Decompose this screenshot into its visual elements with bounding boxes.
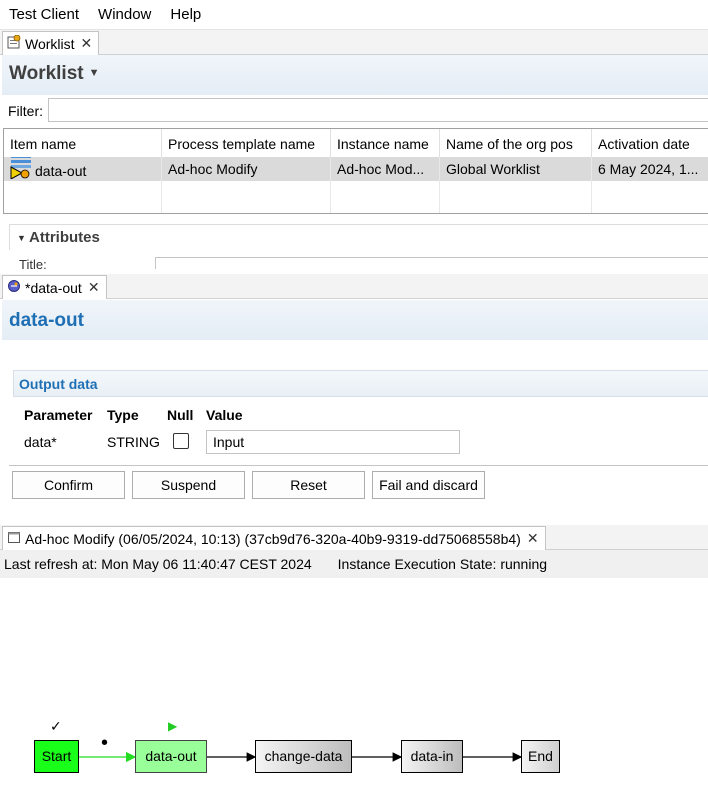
menu-bar: Test Client Window Help	[0, 0, 708, 30]
worklist-title[interactable]: Worklist ▼	[9, 63, 100, 85]
param-name: data*	[24, 434, 57, 450]
table-empty-row	[4, 181, 708, 213]
node-change-data[interactable]: change-data	[255, 740, 352, 773]
token-dot-icon: •	[101, 732, 109, 754]
button-separator	[9, 465, 708, 466]
output-data-section: Output data	[13, 370, 708, 397]
output-data-label: Output data	[19, 376, 98, 392]
attributes-label: Attributes	[29, 229, 100, 246]
header-null: Null	[167, 407, 194, 423]
node-start[interactable]: Start	[34, 740, 79, 773]
menu-test-client[interactable]: Test Client	[0, 0, 89, 30]
data-out-title: data-out	[9, 310, 84, 331]
data-out-tabstrip: *data-out ✕	[0, 274, 708, 299]
worklist-icon	[7, 34, 21, 52]
cell-instance: Ad-hoc Mod...	[331, 157, 440, 181]
close-icon[interactable]: ✕	[527, 530, 539, 547]
tab-data-out-label: *data-out	[25, 279, 82, 296]
node-data-out[interactable]: data-out	[135, 740, 207, 773]
process-status-line: Last refresh at: Mon May 06 11:40:47 CES…	[0, 550, 708, 578]
worklist-tabstrip: Worklist ✕	[0, 30, 708, 55]
menu-help[interactable]: Help	[161, 0, 211, 30]
completed-check-icon: ✓	[50, 718, 62, 734]
suspend-button[interactable]: Suspend	[132, 471, 245, 499]
node-end[interactable]: End	[521, 740, 560, 773]
close-icon[interactable]: ✕	[81, 35, 93, 52]
header-type: Type	[107, 407, 139, 423]
worklist-header: Worklist ▼	[2, 55, 708, 95]
window-icon	[7, 530, 21, 547]
confirm-button[interactable]: Confirm	[12, 471, 125, 499]
process-tabstrip: Ad-hoc Modify (06/05/2024, 10:13) (37cb9…	[0, 525, 708, 550]
column-header-org-pos[interactable]: Name of the org pos	[440, 129, 592, 157]
work-item-icon	[8, 157, 34, 181]
column-header-template[interactable]: Process template name	[162, 129, 331, 157]
tab-worklist-label: Worklist	[25, 35, 75, 52]
filter-label: Filter:	[8, 103, 43, 119]
header-value: Value	[206, 407, 243, 423]
filter-input[interactable]	[48, 98, 708, 122]
cell-org-pos: Global Worklist	[440, 157, 592, 181]
value-input[interactable]: Input	[206, 430, 460, 454]
tab-process-instance[interactable]: Ad-hoc Modify (06/05/2024, 10:13) (37cb9…	[2, 526, 546, 550]
process-diagram[interactable]: ✓ ▶ • Start data-out change-data data-in…	[0, 578, 708, 800]
header-parameter: Parameter	[24, 407, 93, 423]
execution-state-text: Instance Execution State: running	[337, 556, 548, 572]
fail-and-discard-button[interactable]: Fail and discard	[372, 471, 485, 499]
tab-process-label: Ad-hoc Modify (06/05/2024, 10:13) (37cb9…	[25, 530, 521, 547]
table-header: Item name Process template name Instance…	[4, 129, 708, 157]
chevron-down-icon[interactable]: ▼	[89, 67, 100, 79]
data-out-header: data-out	[2, 300, 708, 340]
reset-button[interactable]: Reset	[252, 471, 365, 499]
table-row[interactable]: data-out Ad-hoc Modify Ad-hoc Mod... Glo…	[4, 157, 708, 181]
chevron-down-icon[interactable]: ▼	[17, 233, 26, 243]
activity-icon	[7, 279, 21, 296]
tab-data-out[interactable]: *data-out ✕	[2, 275, 107, 299]
column-header-instance[interactable]: Instance name	[331, 129, 440, 157]
attributes-section[interactable]: ▼ Attributes	[9, 224, 708, 250]
attr-title-field[interactable]	[155, 257, 708, 269]
cell-item-name: data-out	[4, 157, 162, 181]
column-header-activation[interactable]: Activation date	[592, 129, 708, 157]
close-icon[interactable]: ✕	[88, 279, 100, 296]
tab-worklist[interactable]: Worklist ✕	[2, 31, 100, 55]
worklist-table: Item name Process template name Instance…	[3, 128, 708, 214]
cell-template: Ad-hoc Modify	[162, 157, 331, 181]
cell-activation: 6 May 2024, 1...	[598, 161, 699, 177]
edges-layer	[79, 751, 523, 763]
attr-title-label: Title:	[19, 257, 47, 269]
last-refresh-text: Last refresh at: Mon May 06 11:40:47 CES…	[4, 556, 312, 572]
null-checkbox[interactable]	[173, 433, 189, 449]
node-data-in[interactable]: data-in	[401, 740, 463, 773]
menu-window[interactable]: Window	[89, 0, 161, 30]
cell-item-name-text: data-out	[35, 163, 87, 180]
column-header-item-name[interactable]: Item name	[4, 129, 162, 157]
worklist-title-text: Worklist	[9, 63, 84, 84]
param-type: STRING	[107, 434, 160, 450]
current-play-icon: ▶	[168, 719, 178, 733]
